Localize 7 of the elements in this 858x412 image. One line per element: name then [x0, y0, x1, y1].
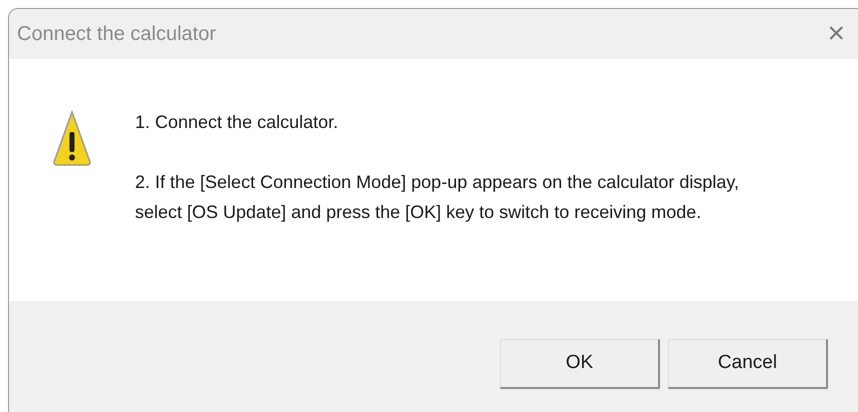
- window-title: Connect the calculator: [17, 22, 216, 47]
- ok-button[interactable]: OK: [500, 339, 660, 389]
- instruction-text: 1. Connect the calculator.: [135, 111, 340, 134]
- cancel-button[interactable]: Cancel: [668, 339, 828, 389]
- warning-icon: [53, 110, 91, 166]
- instruction-text: 2. If the [Select Connection Mode] pop-up appears on the calculator display, select [OS Update] and press the [OK] key to switch to receiving mode.: [135, 171, 740, 224]
- close-button[interactable]: ×: [827, 19, 845, 49]
